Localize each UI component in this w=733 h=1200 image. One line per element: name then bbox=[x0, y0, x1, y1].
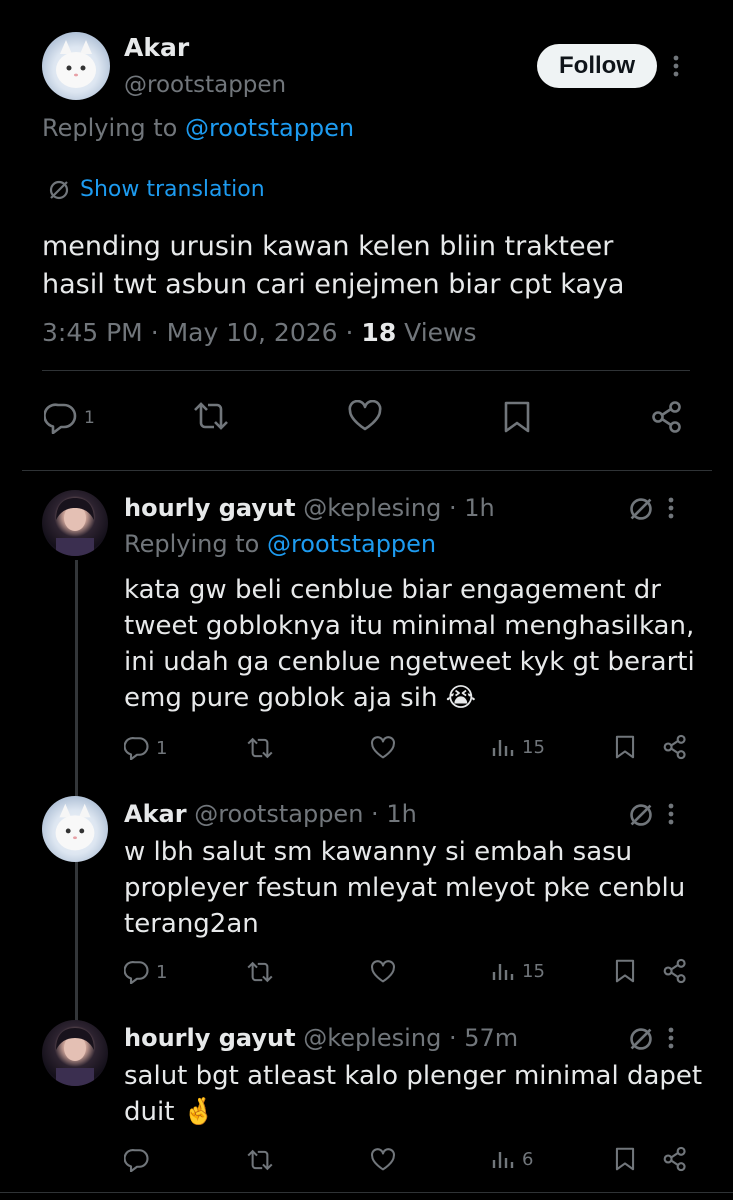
reply-text-line: kata gw beli cenblue biar engagement dr bbox=[124, 575, 661, 605]
reply-button[interactable]: 1 bbox=[44, 400, 95, 436]
reply-time[interactable]: 57m bbox=[464, 1024, 518, 1052]
retweet-icon[interactable] bbox=[246, 960, 274, 984]
tweet-time[interactable]: 3:45 PM bbox=[42, 318, 143, 347]
bookmark-icon[interactable] bbox=[614, 958, 636, 984]
heart-icon[interactable] bbox=[370, 960, 396, 984]
replying-to: Replying to @rootstappen bbox=[42, 114, 354, 142]
share-icon[interactable] bbox=[662, 1146, 688, 1172]
replying-prefix: Replying to bbox=[124, 530, 260, 558]
reply-icon bbox=[44, 402, 78, 434]
reply-author-name[interactable]: Akar bbox=[124, 800, 187, 828]
reply-text: salut bgt atleast kalo plenger minimal d… bbox=[124, 1058, 702, 1130]
reply-text-line: propleyer festun mleyat mleyot pke cenbl… bbox=[124, 873, 686, 903]
reply-time[interactable]: 1h bbox=[464, 494, 494, 522]
reply-text: kata gw beli cenblue biar engagement dr … bbox=[124, 572, 695, 716]
replying-prefix: Replying to bbox=[42, 114, 178, 142]
heart-icon[interactable] bbox=[347, 400, 383, 432]
share-icon[interactable] bbox=[650, 400, 684, 434]
translate-icon[interactable] bbox=[628, 496, 654, 522]
reply-text-line: emg pure goblok aja sih 😭 bbox=[124, 683, 477, 713]
views-icon bbox=[492, 1148, 514, 1170]
show-translation[interactable]: Show translation bbox=[48, 177, 265, 202]
author-avatar[interactable] bbox=[42, 32, 110, 100]
reply-action-bar: 1 15 bbox=[124, 734, 694, 764]
tweet-text: mending urusin kawan kelen bliin traktee… bbox=[42, 228, 624, 304]
reply-avatar[interactable] bbox=[42, 1020, 108, 1086]
bookmark-icon[interactable] bbox=[614, 734, 636, 760]
views-icon bbox=[492, 736, 514, 758]
reply-text-line: w lbh salut sm kawanny si embah sasu bbox=[124, 837, 633, 867]
tweet-text-line: hasil twt asbun cari enjejmen biar cpt k… bbox=[42, 269, 625, 300]
reply-count: 1 bbox=[156, 961, 168, 983]
divider bbox=[22, 470, 712, 471]
reply-count: 1 bbox=[84, 408, 95, 428]
translate-icon[interactable] bbox=[628, 1026, 654, 1052]
view-count: 15 bbox=[522, 736, 545, 758]
reply-text: w lbh salut sm kawanny si embah sasu pro… bbox=[124, 834, 685, 942]
reply-replying-to: Replying to @rootstappen bbox=[124, 530, 436, 558]
heart-icon[interactable] bbox=[370, 1148, 396, 1172]
view-count: 15 bbox=[522, 960, 545, 982]
tweet-text-line: mending urusin kawan kelen bliin traktee… bbox=[42, 231, 614, 262]
reply-action-bar: 6 bbox=[124, 1146, 694, 1176]
reply-time[interactable]: 1h bbox=[386, 800, 416, 828]
reply-button[interactable]: 1 bbox=[124, 960, 167, 984]
reply-author-handle[interactable]: @keplesing bbox=[303, 1024, 441, 1052]
divider bbox=[42, 370, 690, 371]
view-count: 6 bbox=[522, 1148, 534, 1170]
reply-header: hourly gayut @keplesing · 1h bbox=[124, 494, 495, 522]
reply-text-line: ini udah ga cenblue ngetweet kyk gt bera… bbox=[124, 647, 695, 677]
more-icon[interactable] bbox=[668, 802, 674, 826]
reply-icon[interactable] bbox=[124, 1148, 150, 1172]
divider bbox=[0, 1192, 733, 1193]
translate-icon bbox=[48, 179, 70, 201]
show-translation-label[interactable]: Show translation bbox=[80, 177, 265, 202]
views-button[interactable]: 15 bbox=[492, 736, 545, 758]
retweet-icon[interactable] bbox=[246, 1148, 274, 1172]
replying-to-link[interactable]: @rootstappen bbox=[185, 114, 354, 142]
more-icon[interactable] bbox=[668, 1026, 674, 1050]
more-icon[interactable] bbox=[668, 496, 674, 520]
reply-button[interactable]: 1 bbox=[124, 736, 167, 760]
reply-text-line: duit 🤞 bbox=[124, 1097, 216, 1127]
heart-icon[interactable] bbox=[370, 736, 396, 760]
views-count: 18 bbox=[361, 318, 397, 347]
author-handle[interactable]: @rootstappen bbox=[124, 72, 286, 98]
reply-header: Akar @rootstappen · 1h bbox=[124, 800, 417, 828]
replying-to-link[interactable]: @rootstappen bbox=[267, 530, 436, 558]
translate-icon[interactable] bbox=[628, 802, 654, 828]
views-icon bbox=[492, 960, 514, 982]
tweet-date[interactable]: May 10, 2026 bbox=[167, 318, 338, 347]
reply-author-handle[interactable]: @rootstappen bbox=[194, 800, 363, 828]
views-button[interactable]: 15 bbox=[492, 960, 545, 982]
bookmark-icon[interactable] bbox=[614, 1146, 636, 1172]
share-icon[interactable] bbox=[662, 958, 688, 984]
more-icon[interactable] bbox=[664, 50, 688, 82]
retweet-icon[interactable] bbox=[246, 736, 274, 760]
reply-avatar[interactable] bbox=[42, 796, 108, 862]
reply-header: hourly gayut @keplesing · 57m bbox=[124, 1024, 519, 1052]
main-action-bar: 1 bbox=[42, 396, 692, 440]
follow-button[interactable]: Follow bbox=[537, 44, 657, 88]
reply-text-line: salut bgt atleast kalo plenger minimal d… bbox=[124, 1061, 703, 1091]
reply-icon bbox=[124, 960, 150, 984]
reply-icon bbox=[124, 736, 150, 760]
author-name[interactable]: Akar bbox=[124, 33, 189, 62]
reply-author-handle[interactable]: @keplesing bbox=[303, 494, 441, 522]
share-icon[interactable] bbox=[662, 734, 688, 760]
reply-author-name[interactable]: hourly gayut bbox=[124, 494, 296, 522]
bookmark-icon[interactable] bbox=[502, 400, 532, 434]
views-label: Views bbox=[404, 318, 477, 347]
reply-text-line: tweet gobloknya itu minimal menghasilkan… bbox=[124, 611, 695, 641]
retweet-icon[interactable] bbox=[192, 400, 230, 432]
reply-author-name[interactable]: hourly gayut bbox=[124, 1024, 296, 1052]
reply-action-bar: 1 15 bbox=[124, 958, 694, 988]
reply-count: 1 bbox=[156, 737, 168, 759]
reply-avatar[interactable] bbox=[42, 490, 108, 556]
tweet-meta: 3:45 PM · May 10, 2026 · 18 Views bbox=[42, 318, 477, 347]
views-button[interactable]: 6 bbox=[492, 1148, 533, 1170]
reply-text-line: terang2an bbox=[124, 909, 259, 939]
